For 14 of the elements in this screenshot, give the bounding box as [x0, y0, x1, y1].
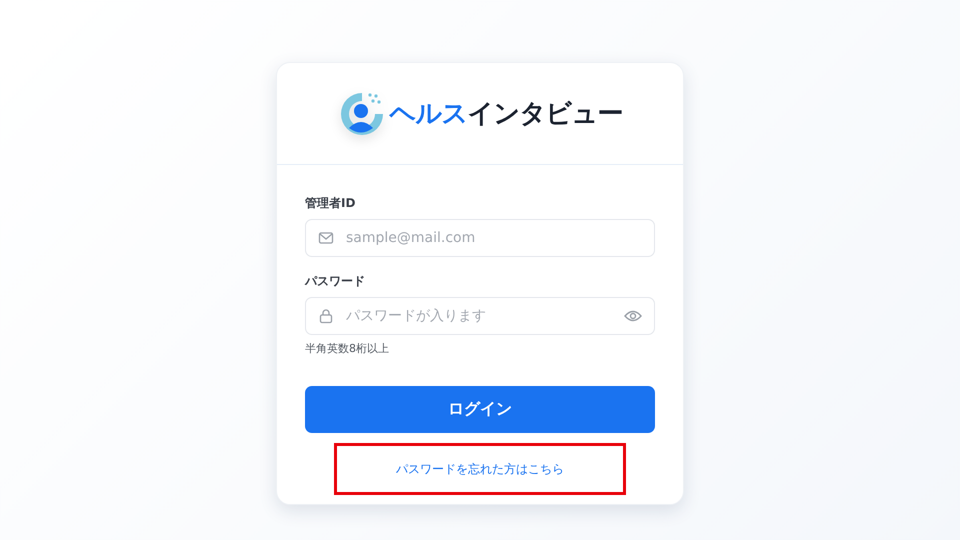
login-button[interactable]: ログイン — [305, 386, 655, 433]
forgot-password-link[interactable]: パスワードを忘れた方はこちら — [396, 460, 564, 478]
text-input[interactable]: sample@mail.com — [344, 229, 642, 247]
password-field[interactable]: パスワードが入ります — [305, 297, 655, 335]
field-label: 管理者ID — [305, 195, 356, 212]
email-field[interactable]: sample@mail.com — [305, 219, 655, 257]
eye-icon[interactable] — [624, 309, 642, 323]
hint-text: 半角英数8桁以上 — [305, 341, 390, 356]
field-label: パスワード — [305, 273, 366, 290]
envelope-icon — [318, 230, 334, 246]
logo-text: インタビュー — [468, 99, 622, 129]
text-input[interactable]: パスワードが入ります — [344, 307, 614, 325]
logo-text: ヘルス — [390, 99, 468, 129]
lock-icon — [318, 308, 334, 324]
